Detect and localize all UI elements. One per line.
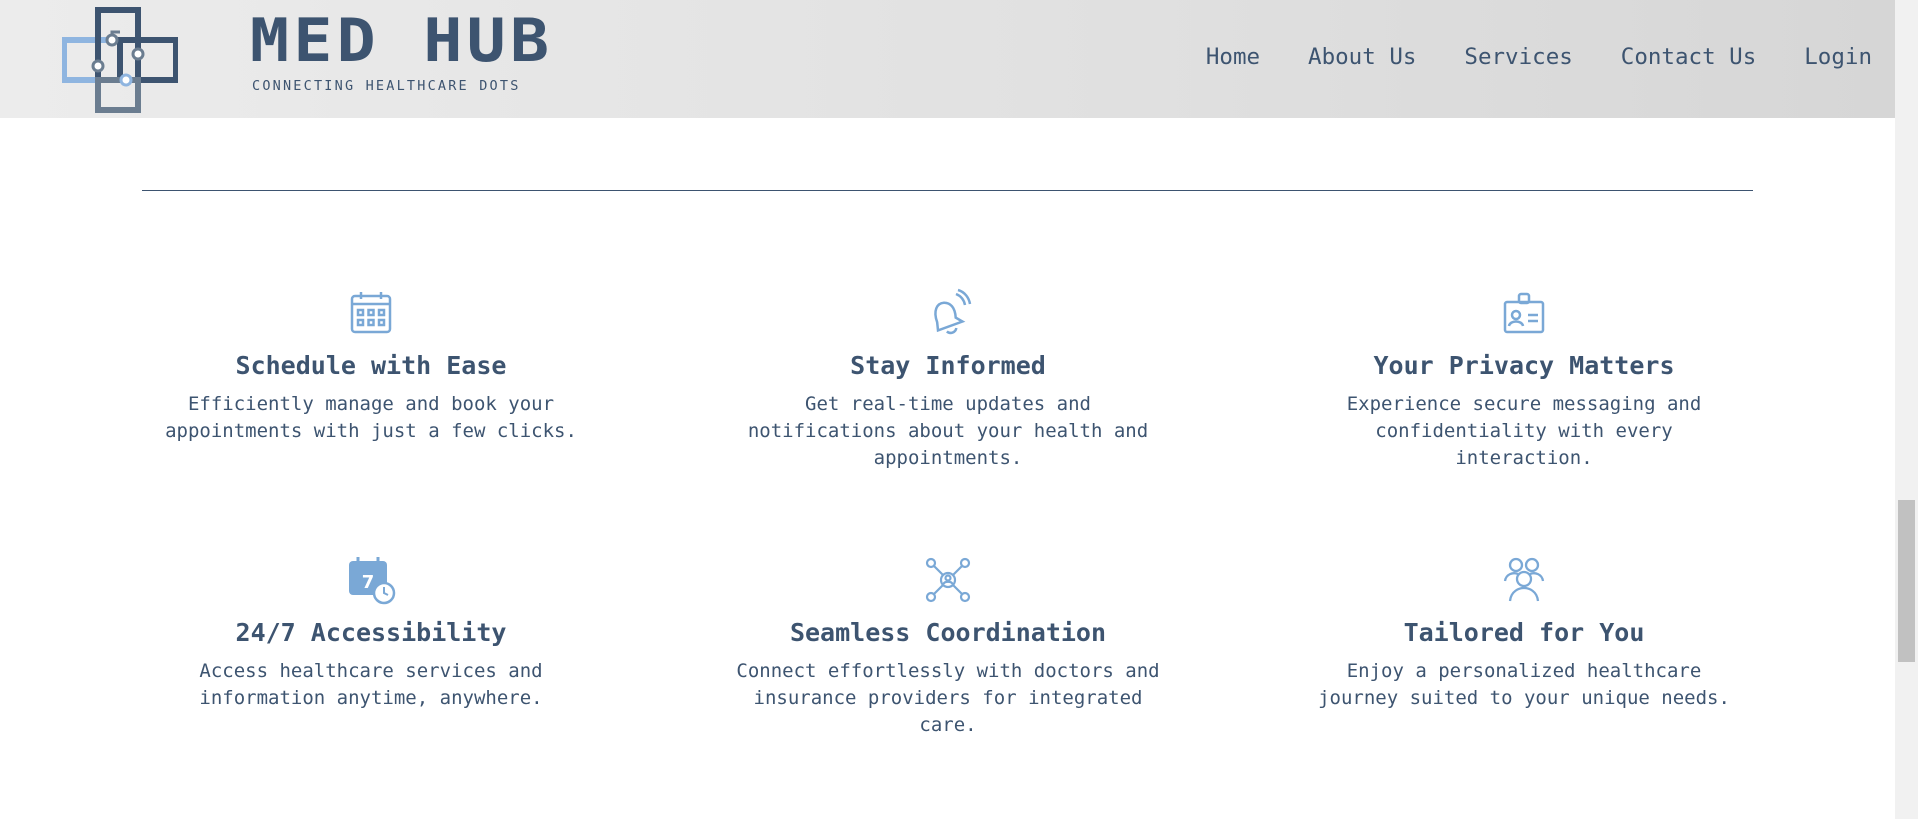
bell-icon: [934, 288, 972, 335]
logo-tagline: CONNECTING HEALTHCARE DOTS: [252, 78, 521, 94]
feature-text: Connect effortlessly with doctors and in…: [736, 660, 1160, 736]
feature-card: Stay Informed Get real-time updates and …: [728, 288, 1168, 472]
feature-card: Your Privacy Matters Experience secure m…: [1304, 288, 1744, 472]
feature-text: Enjoy a personalized healthcare journey …: [1318, 660, 1730, 709]
nav-home[interactable]: Home: [1206, 44, 1260, 70]
nav-contact-us[interactable]: Contact Us: [1621, 44, 1756, 70]
nav-about-us[interactable]: About Us: [1308, 44, 1416, 70]
section-divider: [142, 190, 1753, 191]
network-icon: [925, 557, 971, 603]
feature-text: Get real-time updates and notifications …: [747, 393, 1149, 469]
calendar-icon: [350, 292, 392, 334]
feature-card: Tailored for You Enjoy a personalized he…: [1304, 555, 1744, 712]
med-hub-logo-icon[interactable]: [62, 6, 178, 114]
feature-card: 7 24/7 Accessibility Access healthcare s…: [151, 555, 591, 712]
feature-card: Schedule with Ease Efficiently manage an…: [151, 288, 591, 445]
feature-card: Seamless Coordination Connect effortless…: [728, 555, 1168, 739]
feature-title: 24/7 Accessibility: [235, 618, 507, 647]
main-nav: Home About Us Services Contact Us Login: [1158, 44, 1872, 70]
feature-title: Schedule with Ease: [235, 351, 507, 380]
feature-text: Experience secure messaging and confiden…: [1346, 393, 1702, 469]
feature-text: Efficiently manage and book your appoint…: [165, 393, 577, 442]
feature-title: Seamless Coordination: [789, 618, 1107, 647]
calendar-day-number: 7: [362, 572, 375, 593]
logo-wordmark[interactable]: MED HUB: [250, 11, 596, 71]
id-badge-icon: [1503, 292, 1545, 334]
feature-title: Stay Informed: [850, 351, 1046, 380]
feature-title: Tailored for You: [1403, 618, 1645, 647]
nav-login[interactable]: Login: [1804, 44, 1872, 70]
feature-title: Your Privacy Matters: [1373, 351, 1675, 380]
nav-services[interactable]: Services: [1464, 44, 1572, 70]
site-header: MED HUB CONNECTING HEALTHCARE DOTS Home …: [0, 0, 1895, 118]
scrollbar-thumb[interactable]: [1898, 500, 1915, 662]
scrollbar-track[interactable]: [1895, 0, 1918, 819]
calendar-clock-icon: 7: [349, 557, 396, 605]
feature-text: Access healthcare services and informati…: [199, 660, 543, 709]
users-icon: [1503, 557, 1545, 602]
